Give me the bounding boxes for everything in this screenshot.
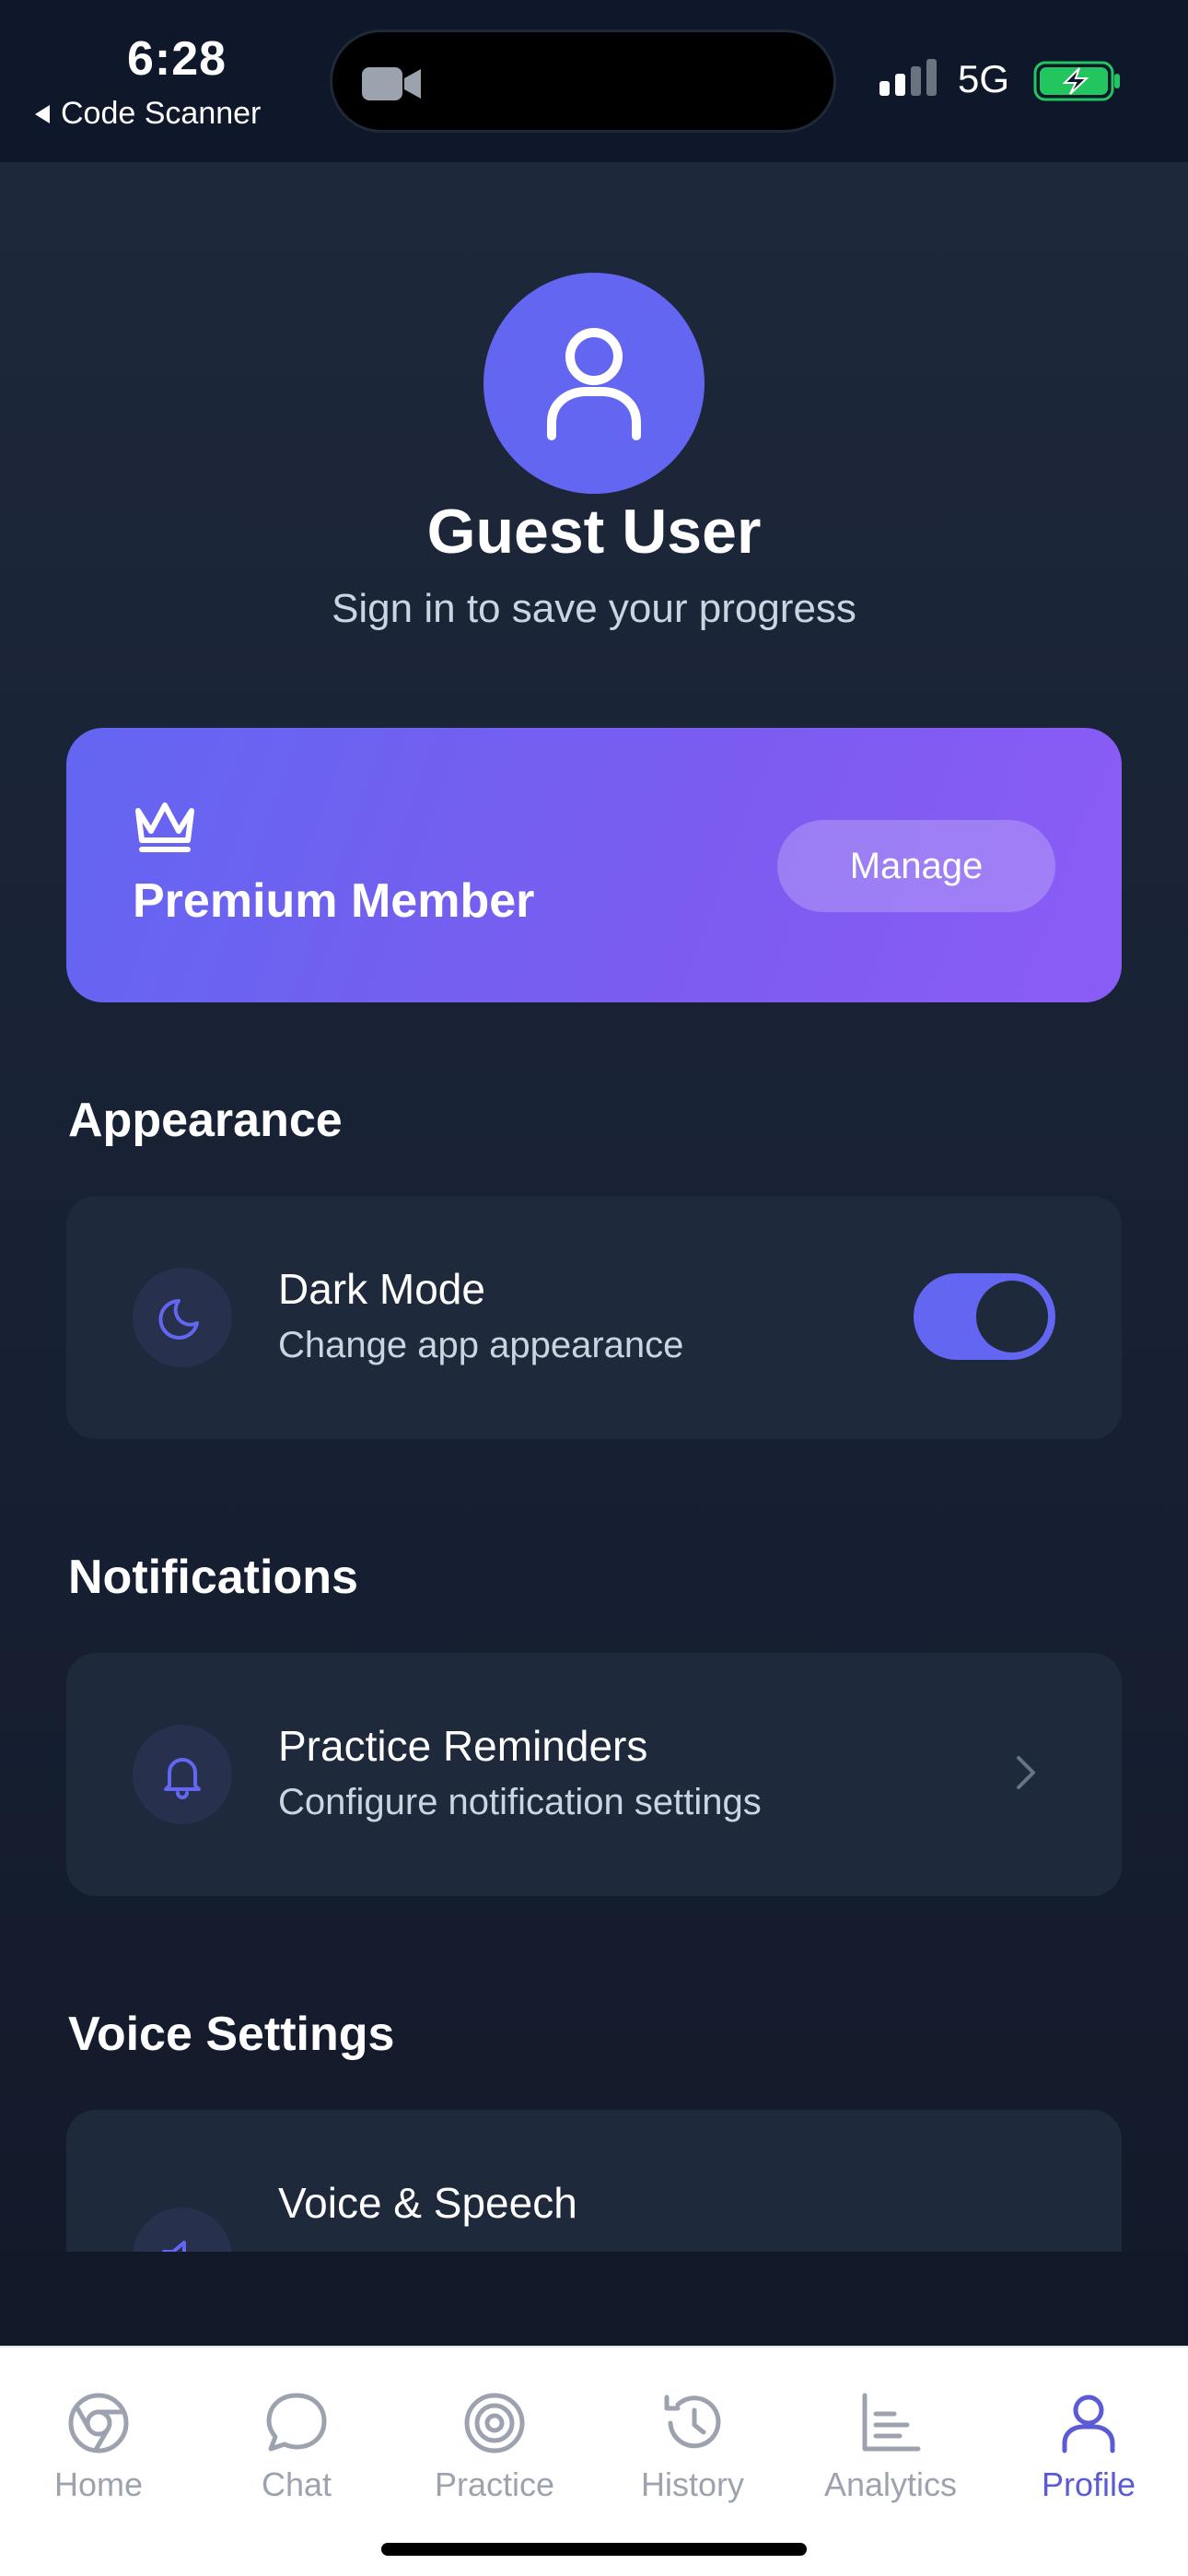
voice-speech-row[interactable]: Voice & Speech <box>66 2110 1122 2252</box>
premium-card: Premium Member Manage <box>66 728 1122 1002</box>
dark-mode-row[interactable]: Dark Mode Change app appearance <box>66 1196 1122 1439</box>
tab-profile-label: Profile <box>1041 2465 1136 2503</box>
moon-icon <box>158 1299 199 1340</box>
dark-mode-title: Dark Mode <box>278 1265 485 1313</box>
practice-reminders-desc: Configure notification settings <box>278 1782 762 1822</box>
practice-reminders-row[interactable]: Practice Reminders Configure notificatio… <box>66 1653 1122 1896</box>
history-icon <box>664 2395 721 2449</box>
manage-button[interactable]: Manage <box>777 820 1055 912</box>
chrome-icon <box>68 2393 129 2453</box>
profile-screen: 6:28 Code Scanner 5G Guest User Sign in … <box>0 0 1188 2576</box>
dark-mode-toggle[interactable] <box>914 1273 1055 1360</box>
user-icon <box>1062 2395 1115 2453</box>
tab-profile[interactable]: Profile <box>996 2390 1181 2504</box>
tab-home[interactable]: Home <box>6 2390 191 2504</box>
profile-subtitle: Sign in to save your progress <box>332 586 856 631</box>
tab-practice[interactable]: Practice <box>402 2390 587 2504</box>
section-title-notifications: Notifications <box>68 1551 358 1604</box>
dynamic-island <box>330 29 836 133</box>
moon-icon-wrapper <box>133 1268 232 1367</box>
section-title-voice: Voice Settings <box>68 2008 395 2061</box>
status-bar: 6:28 Code Scanner 5G <box>0 0 1188 162</box>
tab-chat[interactable]: Chat <box>204 2390 389 2504</box>
battery-charging-icon <box>1033 61 1120 101</box>
crown-icon <box>135 802 194 852</box>
back-app-label: Code Scanner <box>61 96 262 131</box>
cellular-signal-icon <box>879 59 937 96</box>
tab-analytics[interactable]: Analytics <box>798 2390 983 2504</box>
user-icon <box>547 328 641 440</box>
speaker-icon <box>162 2241 186 2252</box>
bell-icon <box>164 1758 201 1799</box>
tab-analytics-label: Analytics <box>823 2465 958 2503</box>
speaker-icon-wrapper <box>133 2207 232 2252</box>
bell-icon-wrapper <box>133 1725 232 1824</box>
network-type: 5G <box>958 57 1010 100</box>
back-to-app-link[interactable]: Code Scanner <box>35 96 261 132</box>
avatar[interactable] <box>483 273 705 494</box>
content-bottom-area <box>0 2252 1188 2346</box>
chart-icon <box>862 2393 921 2452</box>
tab-history[interactable]: History <box>600 2390 785 2504</box>
voice-speech-title: Voice & Speech <box>278 2179 577 2227</box>
tab-practice-label: Practice <box>434 2465 555 2503</box>
premium-title: Premium Member <box>133 874 535 928</box>
practice-reminders-title: Practice Reminders <box>278 1722 648 1770</box>
dark-mode-desc: Change app appearance <box>278 1325 684 1365</box>
target-icon <box>464 2393 525 2453</box>
profile-name: Guest User <box>426 497 762 567</box>
video-camera-icon <box>362 67 421 100</box>
tab-home-label: Home <box>53 2465 144 2503</box>
tab-bar: Home Chat Practice History Analytics Pro… <box>0 2346 1188 2576</box>
chevron-right-icon <box>1017 1756 1035 1789</box>
tab-history-label: History <box>640 2465 744 2503</box>
toggle-knob <box>976 1281 1048 1352</box>
section-title-appearance: Appearance <box>68 1094 343 1147</box>
back-arrow-icon <box>35 104 50 123</box>
status-time: 6:28 <box>127 32 227 86</box>
home-indicator[interactable] <box>381 2543 807 2556</box>
tab-chat-label: Chat <box>261 2465 332 2503</box>
chat-bubble-icon <box>266 2393 327 2452</box>
